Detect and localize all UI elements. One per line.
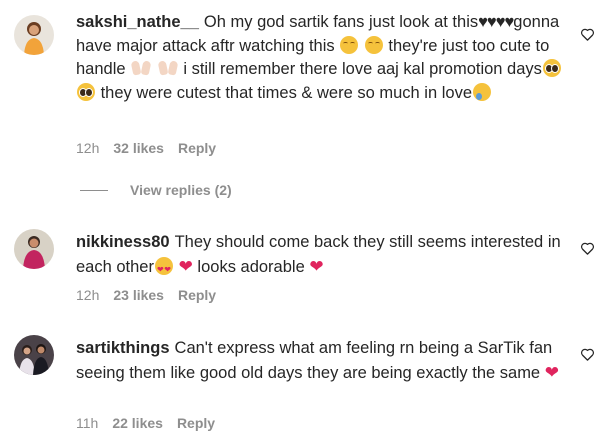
likes-count[interactable]: 22 likes <box>112 415 163 431</box>
comment-text: sakshi_nathe__ Oh my god sartik fans just… <box>76 11 571 105</box>
reply-button[interactable]: Reply <box>177 415 215 431</box>
heart-outline-icon[interactable] <box>580 347 595 362</box>
comment-text: nikkiness80 They should come back they st… <box>76 231 571 281</box>
red-heart-emoji: ❤ <box>309 256 324 276</box>
heart-outline-icon[interactable] <box>580 241 595 256</box>
comment-text-part: looks adorable <box>197 257 305 276</box>
reply-button[interactable]: Reply <box>178 140 216 156</box>
divider-line <box>80 189 108 191</box>
relieved-face-emoji <box>340 35 359 54</box>
comment-item: sakshi_nathe__ Oh my god sartik fans just… <box>0 0 608 180</box>
crying-face-emoji <box>473 82 492 101</box>
black-hearts: ♥♥♥♥ <box>478 13 514 31</box>
comment-username[interactable]: nikkiness80 <box>76 233 170 251</box>
comment-item: sartikthings Can't express what am feelin… <box>0 330 608 436</box>
likes-count[interactable]: 23 likes <box>113 287 164 303</box>
comment-text-part: i still remember there love aaj kal prom… <box>183 60 542 78</box>
comment-time: 12h <box>76 140 100 156</box>
raising-hands-emoji <box>158 59 178 77</box>
comment-text-part: they were cutest that times & were so mu… <box>100 83 473 102</box>
heart-outline-icon[interactable] <box>580 27 595 42</box>
red-heart-emoji: ❤ <box>544 362 559 382</box>
comment-username[interactable]: sakshi_nathe__ <box>76 13 199 31</box>
likes-count[interactable]: 32 likes <box>113 140 164 156</box>
comment-time: 12h <box>76 287 100 303</box>
reply-button[interactable]: Reply <box>178 287 216 303</box>
comment-meta: 12h 23 likes Reply <box>76 287 216 303</box>
avatar[interactable] <box>14 229 54 269</box>
comment-time: 11h <box>76 415 99 431</box>
raising-hands-emoji <box>131 59 151 77</box>
avatar[interactable] <box>14 335 54 375</box>
comment-text-part: Oh my god sartik fans just look at this <box>203 13 479 31</box>
pleading-face-emoji <box>77 82 95 101</box>
comment-meta: 11h 22 likes Reply <box>76 415 215 431</box>
red-heart-emoji: ❤ <box>178 256 193 276</box>
avatar[interactable] <box>14 15 54 55</box>
relieved-face-emoji <box>364 35 383 54</box>
comment-meta: 12h 32 likes Reply <box>76 140 216 156</box>
comment-username[interactable]: sartikthings <box>76 339 170 357</box>
pleading-face-emoji <box>542 59 561 77</box>
comment-item: nikkiness80 They should come back they st… <box>0 222 608 312</box>
view-replies-label: View replies (2) <box>130 182 232 198</box>
comment-text: sartikthings Can't express what am feelin… <box>76 337 571 385</box>
heart-eyes-emoji <box>154 256 173 281</box>
view-replies-button[interactable]: View replies (2) <box>80 182 232 198</box>
